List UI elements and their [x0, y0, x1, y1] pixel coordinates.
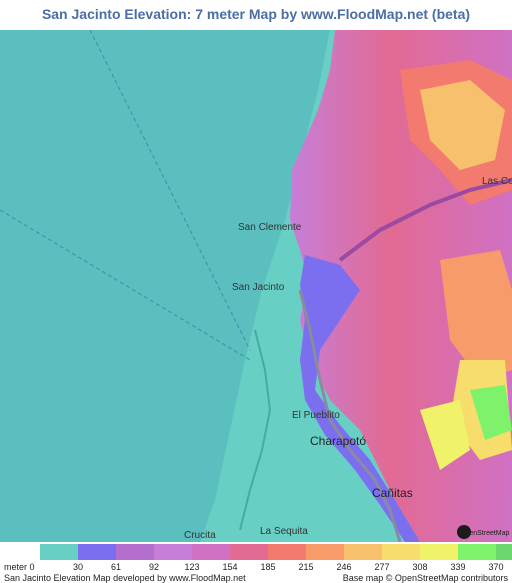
label-san-jacinto: San Jacinto	[232, 282, 285, 293]
legend-swatch	[420, 544, 458, 560]
legend-tick-label: 370	[488, 562, 504, 572]
legend-swatch	[344, 544, 382, 560]
legend-tick-label: 154	[222, 562, 238, 572]
legend-swatch	[306, 544, 344, 560]
label-canitas: Cañitas	[372, 486, 413, 500]
legend-swatch	[40, 544, 78, 560]
legend-tick-label: 123	[184, 562, 200, 572]
elevation-legend: meter 0 30 61 92 123 154 185 215 246 277 308 339 37…	[0, 542, 512, 583]
legend-swatch	[116, 544, 154, 560]
legend-swatches	[40, 544, 512, 560]
legend-tick-label: 185	[260, 562, 276, 572]
legend-tick-label: 339	[450, 562, 466, 572]
legend-swatch	[154, 544, 192, 560]
label-las-cortes: Las Co	[482, 176, 512, 187]
page-title: San Jacinto Elevation: 7 meter Map by ww…	[41, 6, 471, 22]
label-charapoto: Charapotó	[310, 434, 367, 448]
elevation-map[interactable]: San Clemente San Jacinto El Pueblito Cha…	[0, 30, 512, 542]
title-bar: San Jacinto Elevation: 7 meter Map by ww…	[0, 0, 512, 30]
legend-swatch	[268, 544, 306, 560]
legend-tick-label: 308	[412, 562, 428, 572]
osm-logo-text: OpenStreetMap	[460, 529, 510, 537]
label-el-pueblito: El Pueblito	[292, 410, 340, 421]
legend-swatch	[496, 544, 512, 560]
label-crucita: Crucita	[184, 530, 216, 541]
osm-logo: OpenStreetMap	[458, 526, 509, 540]
legend-swatch	[78, 544, 116, 560]
legend-tick-label: 92	[148, 562, 160, 572]
legend-tick-label: 277	[374, 562, 390, 572]
legend-swatch	[458, 544, 496, 560]
legend-tick-label: 215	[298, 562, 314, 572]
legend-swatch	[230, 544, 268, 560]
legend-tick-label: 246	[336, 562, 352, 572]
legend-swatch	[382, 544, 420, 560]
legend-tick-label: 61	[110, 562, 122, 572]
legend-tick-label: 30	[72, 562, 84, 572]
label-san-clemente: San Clemente	[238, 222, 302, 233]
legend-swatch	[192, 544, 230, 560]
label-la-sequita: La Sequita	[260, 526, 308, 537]
